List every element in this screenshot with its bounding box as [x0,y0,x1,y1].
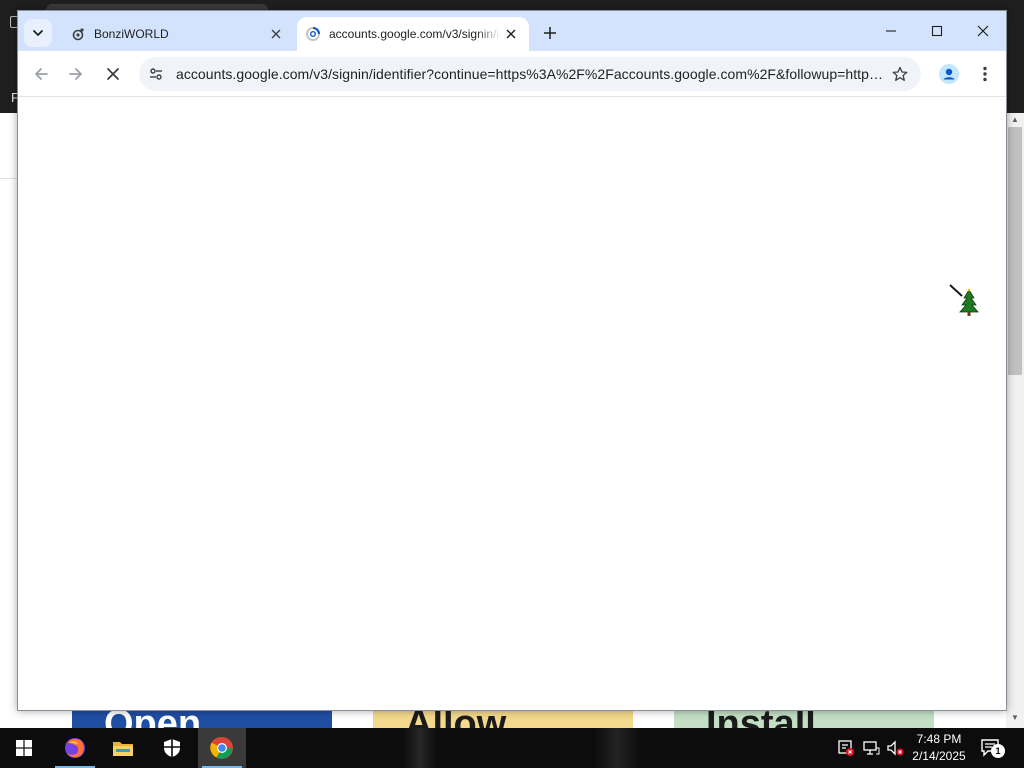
site-info-button[interactable] [142,60,170,88]
christmas-tree-cursor-icon [949,284,979,316]
notification-count-badge: 1 [991,744,1005,758]
tab-title: BonziWORLD [94,27,169,41]
taskbar-firefox[interactable] [51,728,99,768]
taskbar-windows-defender[interactable] [148,728,196,768]
background-scrollbar[interactable]: ▲ ▼ [1006,113,1024,728]
browser-menu-button[interactable] [970,59,1000,89]
close-tab-button[interactable] [266,24,286,44]
install-button[interactable]: Install [674,710,934,728]
network-icon [863,741,880,755]
minimize-icon [886,30,896,32]
install-button-label: Install [706,710,934,728]
open-button[interactable]: Open [72,710,332,728]
file-explorer-icon [113,742,133,756]
address-bar[interactable]: accounts.google.com/v3/signin/identifier… [139,57,921,91]
forward-button[interactable] [61,59,91,89]
scroll-up-icon[interactable]: ▲ [1006,113,1024,127]
allow-button[interactable]: Allow [373,710,633,728]
tab-bonziworld[interactable]: BonziWORLD [58,17,294,51]
arrow-left-icon [35,68,48,80]
tab-strip: BonziWORLD accounts.google.com/v3/signin… [18,11,1006,51]
bookmark-button[interactable] [885,59,915,89]
arrow-right-icon [69,68,82,80]
close-icon [271,29,281,39]
close-window-button[interactable] [960,11,1006,51]
windows-defender-icon [164,739,180,757]
browser-toolbar: accounts.google.com/v3/signin/identifier… [18,51,1006,97]
clock-time: 7:48 PM [916,732,962,746]
loading-spinner-icon [305,26,321,42]
divider [0,178,18,179]
more-vertical-icon [983,66,987,82]
close-icon [977,25,989,37]
star-icon [892,66,908,81]
avatar-icon [939,64,959,84]
url-text[interactable]: accounts.google.com/v3/signin/identifier… [176,66,885,82]
system-clock[interactable]: 7:48 PM 2/14/2025 [908,731,970,765]
stop-loading-button[interactable] [98,59,128,89]
network-tray-button[interactable] [861,738,881,758]
volume-muted-icon [887,740,904,756]
clock-date: 2/14/2025 [912,749,966,763]
bonzi-globe-icon [70,26,86,42]
windows-logo-icon [16,740,32,756]
open-button-label: Open [104,710,332,728]
profile-button[interactable] [934,59,964,89]
maximize-icon [931,25,943,37]
taskbar: 7:48 PM 2/14/2025 1 [0,728,1024,768]
security-alert-tray-button[interactable] [836,738,856,758]
taskbar-file-explorer[interactable] [99,728,147,768]
tab-search-button[interactable] [24,19,52,47]
minimize-button[interactable] [868,11,914,51]
firefox-icon [65,738,85,758]
allow-button-label: Allow [405,710,633,728]
start-button[interactable] [0,728,48,768]
taskbar-background [246,728,826,768]
browser-window: BonziWORLD accounts.google.com/v3/signin… [17,10,1007,711]
chevron-down-icon [33,30,43,36]
new-tab-button[interactable] [536,19,564,47]
tab-title: accounts.google.com/v3/signin/identifier… [329,27,501,41]
tab-google-signin[interactable]: accounts.google.com/v3/signin/identifier… [297,17,529,51]
chrome-icon [210,736,233,759]
plus-icon [544,27,556,39]
page-content [18,98,1006,710]
back-button[interactable] [26,59,56,89]
close-icon [506,29,516,39]
tune-icon [150,68,162,80]
close-tab-button[interactable] [501,24,521,44]
maximize-button[interactable] [914,11,960,51]
volume-tray-button[interactable] [885,738,905,758]
scrollbar-thumb[interactable] [1008,127,1022,375]
stop-icon [107,68,119,80]
taskbar-chrome[interactable] [198,728,246,768]
security-alert-icon [838,740,854,756]
scroll-down-icon[interactable]: ▼ [1006,711,1024,725]
